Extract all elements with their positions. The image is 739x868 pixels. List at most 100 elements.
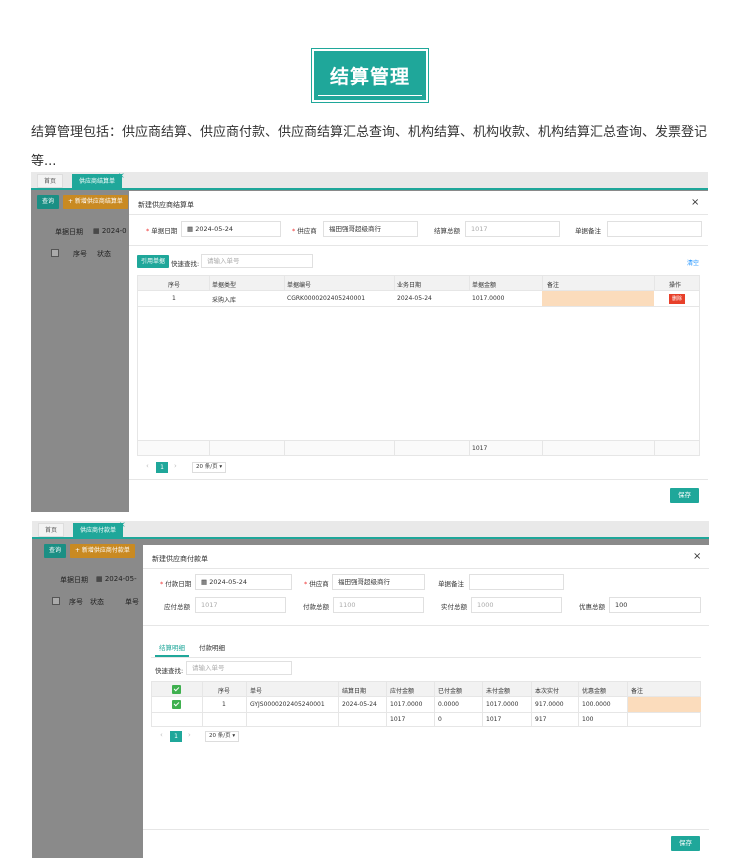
save-button[interactable]: 保存 [671, 836, 700, 851]
payment-screenshot: 首页 供应商付款单 × 查询 + 新增供应商付款单 单据日期 ▦ 2024-05… [32, 521, 709, 858]
pagination: ‹ 1 › 20 条/页 ▾ [160, 731, 310, 743]
col-code: 单号 [125, 598, 139, 606]
remark-field[interactable] [469, 574, 564, 590]
col-header: 应付金额 [390, 688, 415, 695]
payment-grid: 序号 单号 结算日期 应付金额 已付金额 未付金额 本次实付 优惠金额 备注 1… [151, 681, 701, 727]
save-button[interactable]: 保存 [670, 488, 699, 503]
doc-date-field[interactable]: ▦ 2024-05-24 [181, 221, 281, 237]
add-payment-button[interactable]: + 新增供应商付款单 [70, 544, 135, 558]
remark-field[interactable] [607, 221, 702, 237]
row-checkbox[interactable] [172, 700, 181, 709]
close-icon[interactable]: × [119, 521, 126, 529]
col-divider [654, 440, 655, 456]
query-button[interactable]: 查询 [37, 195, 60, 209]
ref-document-button[interactable]: 引用单据 [137, 255, 170, 268]
col-header: 结算日期 [342, 688, 367, 695]
pay-date-field[interactable]: ▦ 2024-05-24 [195, 574, 292, 590]
close-icon[interactable]: × [691, 197, 699, 208]
total-label: 结算总额 [434, 227, 460, 235]
row-payable: 1017.0000 [390, 701, 423, 708]
close-icon[interactable]: × [118, 172, 125, 180]
tab-supplier-payment[interactable]: 供应商付款单 [73, 523, 124, 537]
col-divider [394, 276, 395, 291]
row-amount: 1017.0000 [472, 295, 505, 302]
supplier-label: * 供应商 [304, 580, 329, 588]
divider [143, 625, 709, 626]
col-divider [469, 276, 470, 291]
col-header: 优惠金额 [582, 688, 607, 695]
tab-supplier-settlement[interactable]: 供应商结算单 [72, 174, 123, 188]
col-header: 备注 [631, 688, 644, 695]
sum-unpaid: 1017 [486, 716, 502, 723]
page-title: 结算管理 [329, 66, 410, 88]
settlement-modal: 新建供应商结算单 × * 单据日期 ▦ 2024-05-24 * 供应商 福田强哥超… [129, 191, 708, 512]
page-size-select[interactable]: 20 条/页 ▾ [205, 731, 240, 742]
query-button[interactable]: 查询 [44, 544, 67, 558]
prev-page-icon[interactable]: ‹ [160, 731, 163, 739]
add-settlement-button[interactable]: + 新增供应商结算单 [63, 195, 128, 209]
tab-home[interactable]: 首页 [38, 523, 65, 537]
select-all-checkbox[interactable] [51, 249, 59, 257]
row-discount: 100.0000 [582, 701, 611, 708]
tab-home[interactable]: 首页 [37, 174, 64, 188]
remark-cell[interactable] [542, 291, 654, 306]
date-label: 单据日期 [60, 576, 88, 584]
page-number[interactable]: 1 [170, 731, 182, 742]
next-page-icon[interactable]: › [188, 731, 191, 739]
col-divider [542, 440, 543, 456]
divider [151, 657, 701, 658]
payment-modal: 新建供应商付款单 × * 付款日期 ▦ 2024-05-24 * 供应商 福田强哥超… [143, 545, 709, 858]
next-page-icon[interactable]: › [174, 462, 177, 470]
supplier-field[interactable]: 福田强哥超级商行 [323, 221, 418, 237]
col-header: 未付金额 [486, 688, 511, 695]
col-header: 单号 [250, 688, 263, 695]
discount-total-field[interactable]: 100 [609, 597, 701, 613]
page-size-select[interactable]: 20 条/页 ▾ [192, 462, 227, 473]
sum-actual: 917 [535, 716, 547, 723]
col-header: 单据金额 [472, 282, 497, 289]
grid-footer [138, 440, 699, 455]
row-code: CGRK0000202405240001 [287, 295, 366, 302]
tab-payment-detail[interactable]: 付款明细 [199, 642, 225, 652]
row-date: 2024-05-24 [397, 295, 432, 302]
pay-date-label: * 付款日期 [160, 580, 192, 588]
actual-total-field: 1000 [471, 597, 562, 613]
supplier-label: * 供应商 [292, 227, 317, 235]
row-actual: 917.0000 [535, 701, 564, 708]
row-code: GYJS0000202405240001 [250, 701, 325, 708]
delete-button[interactable]: 删除 [669, 294, 686, 304]
select-all-checkbox[interactable] [172, 685, 181, 694]
page-number[interactable]: 1 [156, 462, 168, 473]
col-divider [434, 682, 435, 727]
modal-title: 新建供应商结算单 [138, 201, 194, 209]
row-divider [152, 712, 700, 713]
payable-field: 1017 [195, 597, 286, 613]
col-divider [394, 440, 395, 456]
tab-settlement-detail[interactable]: 结算明细 [159, 642, 185, 652]
col-header: 业务日期 [397, 282, 422, 289]
date-value: ▦ 2024-05- [96, 575, 137, 583]
clear-link[interactable]: 清空 [687, 258, 699, 267]
supplier-field[interactable]: 福田强哥超级商行 [332, 574, 425, 590]
col-divider [469, 440, 470, 456]
select-all-checkbox[interactable] [52, 597, 60, 605]
col-header: 序号 [168, 282, 181, 289]
payable-label: 应付总额 [164, 603, 190, 611]
quick-search-input[interactable]: 请输入单号 [186, 661, 292, 675]
col-divider [284, 276, 285, 291]
prev-page-icon[interactable]: ‹ [146, 462, 149, 470]
close-icon[interactable]: × [693, 551, 701, 562]
col-divider [209, 276, 210, 291]
discount-total-label: 优惠总额 [579, 603, 605, 611]
remark-cell[interactable] [628, 697, 701, 712]
row-paid: 0.0000 [438, 701, 459, 708]
grid-header [152, 682, 700, 697]
col-no: 序号 [69, 598, 83, 606]
tab-bar: 首页 供应商结算单 × [31, 172, 708, 188]
quick-search-input[interactable]: 请输入单号 [201, 254, 313, 268]
title-underline [318, 95, 422, 96]
date-value: ▦ 2024-0 [93, 227, 127, 235]
col-divider [386, 682, 387, 727]
doc-date-label: * 单据日期 [146, 227, 178, 235]
actual-total-label: 实付总额 [441, 603, 467, 611]
